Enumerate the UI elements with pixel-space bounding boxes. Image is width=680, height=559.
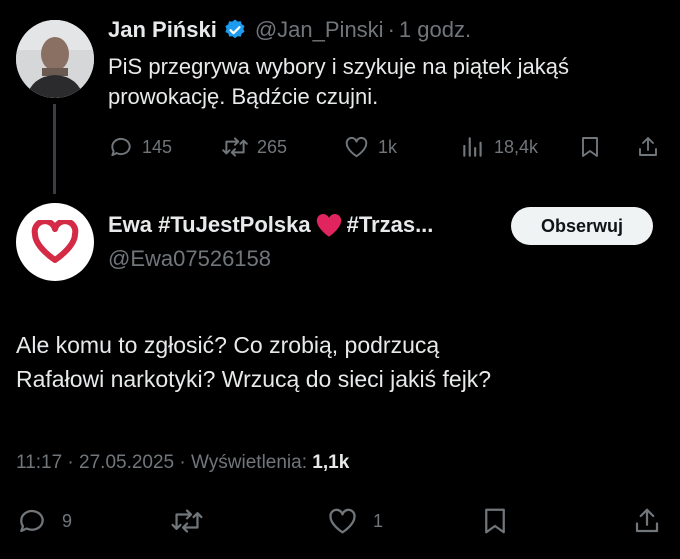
views-value: 1,1k xyxy=(312,452,350,473)
repost-button[interactable] xyxy=(170,505,212,537)
tweet-text-line: prowokację. Bądźcie czujni. xyxy=(108,84,379,109)
heart-logo-icon xyxy=(31,220,79,263)
verified-badge-icon xyxy=(225,19,245,39)
separator-dot: · xyxy=(179,452,192,473)
repost-icon xyxy=(171,509,203,533)
author-name-suffix[interactable]: #Trzas... xyxy=(347,212,434,238)
author-handle[interactable]: @Jan_Pinski xyxy=(255,17,384,43)
avatar-ewa[interactable] xyxy=(16,203,94,281)
views-count: 18,4k xyxy=(494,136,539,157)
quoted-tweet-header: Jan Piński @Jan_Pinski · 1 godz. xyxy=(108,17,471,43)
views-button[interactable]: 18,4k xyxy=(460,134,538,160)
reply-count: 145 xyxy=(142,136,173,157)
reply-icon xyxy=(111,137,131,157)
reply-count: 9 xyxy=(62,510,73,531)
main-tweet-actions: 9 1 xyxy=(16,505,664,537)
tweet-text-line: Ale komu to zgłosić? Co zrobią, podrzucą xyxy=(16,332,440,358)
like-button[interactable]: 1 xyxy=(326,505,383,537)
share-button[interactable] xyxy=(632,505,670,537)
separator-dot: · xyxy=(387,17,395,42)
share-icon xyxy=(639,137,657,156)
main-tweet-text: Ale komu to zgłosić? Co zrobią, podrzucą… xyxy=(16,328,666,396)
quoted-tweet-text: PiS przegrywa wybory i szykuje na piątek… xyxy=(108,52,668,112)
thread-connector-line xyxy=(53,104,56,194)
repost-icon xyxy=(222,137,248,157)
share-icon xyxy=(635,508,659,533)
like-count: 1k xyxy=(378,136,398,157)
heart-emoji-icon xyxy=(316,214,341,237)
bookmark-icon xyxy=(485,508,505,534)
repost-count: 265 xyxy=(257,136,288,157)
follow-button[interactable]: Obserwuj xyxy=(511,207,653,245)
tweet-text-line: PiS przegrywa wybory i szykuje na piątek… xyxy=(108,54,569,79)
main-tweet-header: Ewa #TuJestPolska #Trzas... xyxy=(108,212,433,238)
author-handle[interactable]: @Ewa07526158 xyxy=(108,246,271,272)
avatar-jan[interactable] xyxy=(16,20,94,98)
separator-dot: · xyxy=(67,452,80,473)
bookmark-button[interactable] xyxy=(578,134,610,160)
author-name[interactable]: Jan Piński xyxy=(108,17,217,43)
like-button[interactable]: 1k xyxy=(343,134,397,160)
repost-button[interactable]: 265 xyxy=(221,134,287,160)
tweet-meta: 11:17 · 27.05.2025 · Wyświetlenia: 1,1k xyxy=(16,452,349,474)
bookmark-icon xyxy=(582,137,598,157)
like-count: 1 xyxy=(373,510,384,531)
author-name[interactable]: Ewa #TuJestPolska xyxy=(108,212,311,238)
tweet-time[interactable]: 11:17 xyxy=(16,452,62,473)
share-button[interactable] xyxy=(636,134,668,160)
reply-button[interactable]: 145 xyxy=(108,134,172,160)
tweet-text-line: Rafałowi narkotyki? Wrzucą do sieci jaki… xyxy=(16,366,492,392)
views-label: Wyświetlenia: xyxy=(191,452,307,473)
views-icon xyxy=(463,137,482,157)
bookmark-button[interactable] xyxy=(480,505,518,537)
like-icon xyxy=(329,508,356,534)
avatar-photo-icon xyxy=(16,20,94,98)
quoted-tweet-actions: 145 265 1k 18,4k xyxy=(108,134,663,160)
like-icon xyxy=(345,136,368,158)
tweet-date[interactable]: 27.05.2025 xyxy=(79,452,174,473)
tweet-time[interactable]: 1 godz. xyxy=(399,17,471,43)
reply-icon xyxy=(20,509,44,533)
reply-button[interactable]: 9 xyxy=(16,505,72,537)
